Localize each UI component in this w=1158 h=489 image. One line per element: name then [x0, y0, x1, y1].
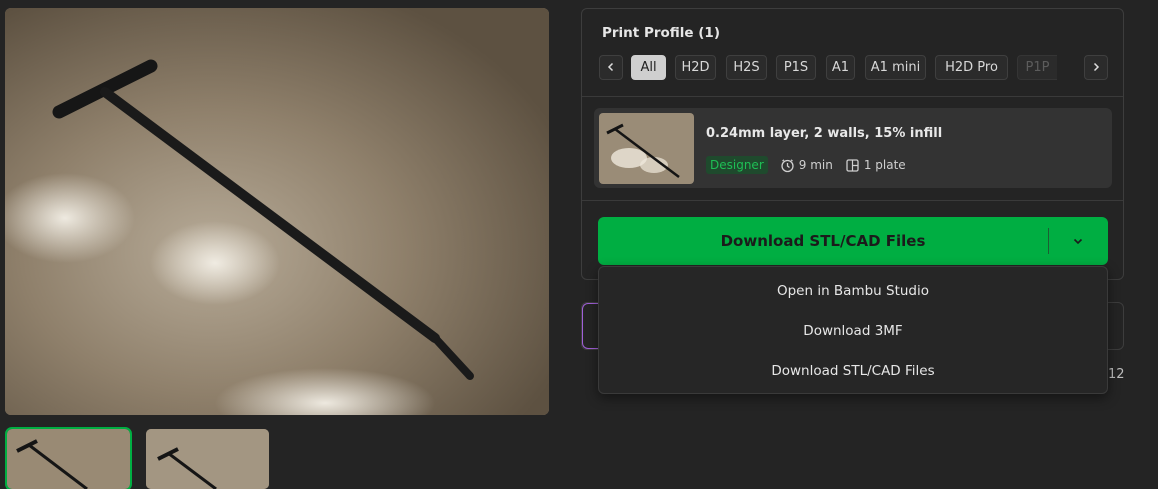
chevron-right-icon — [1091, 60, 1101, 76]
main-product-image-graphic — [5, 8, 549, 415]
download-dropdown-menu: Open in Bambu Studio Download 3MF Downlo… — [598, 266, 1108, 394]
download-separator — [1048, 228, 1049, 254]
plate-count: 1 plate — [845, 158, 906, 173]
clock-icon — [780, 158, 795, 173]
printer-tabs: All H2D H2S P1S A1 A1 mini H2D Pro P1P — [599, 55, 1109, 81]
gallery-thumbnail-2[interactable] — [146, 429, 269, 489]
tabs-next-button[interactable] — [1084, 55, 1108, 80]
thumbnail-image — [146, 429, 269, 489]
tab-h2d[interactable]: H2D — [675, 55, 716, 80]
partial-count: 12 — [1108, 367, 1125, 382]
gallery-thumbnail-1[interactable] — [5, 427, 132, 489]
tab-a1-mini[interactable]: A1 mini — [865, 55, 926, 80]
chevron-down-icon — [1072, 232, 1084, 251]
main-product-image — [5, 8, 549, 415]
print-time: 9 min — [780, 158, 833, 173]
panel-divider — [582, 200, 1123, 201]
designer-badge: Designer — [706, 156, 768, 174]
tab-a1[interactable]: A1 — [826, 55, 855, 80]
print-time-label: 9 min — [798, 158, 833, 172]
print-profile-title: Print Profile (1) — [602, 25, 720, 41]
profile-meta: Designer 9 min 1 plate — [706, 155, 918, 175]
tab-p1p[interactable]: P1P — [1017, 55, 1057, 80]
tabs-prev-button[interactable] — [599, 55, 623, 80]
download-button[interactable]: Download STL/CAD Files — [598, 232, 1048, 250]
thumbnail-image — [7, 429, 130, 489]
tab-h2s[interactable]: H2S — [726, 55, 767, 80]
plate-icon — [845, 158, 860, 173]
download-menu-toggle[interactable] — [1066, 229, 1090, 253]
plate-count-label: 1 plate — [863, 158, 906, 172]
chevron-left-icon — [606, 60, 616, 76]
menu-item-download-stl-cad[interactable]: Download STL/CAD Files — [599, 351, 1107, 391]
profile-name: 0.24mm layer, 2 walls, 15% infill — [706, 126, 943, 141]
tab-all[interactable]: All — [631, 55, 666, 80]
download-split-button: Download STL/CAD Files — [598, 217, 1108, 265]
tab-h2d-pro[interactable]: H2D Pro — [935, 55, 1008, 80]
profile-thumbnail — [599, 113, 694, 184]
tab-p1s[interactable]: P1S — [776, 55, 816, 80]
panel-divider — [582, 96, 1123, 97]
menu-item-download-3mf[interactable]: Download 3MF — [599, 311, 1107, 351]
print-profile-panel: Print Profile (1) All H2D H2S P1S A1 A1 … — [581, 8, 1124, 280]
menu-item-open-bambu-studio[interactable]: Open in Bambu Studio — [599, 271, 1107, 311]
print-profile-card[interactable]: 0.24mm layer, 2 walls, 15% infill Design… — [594, 108, 1112, 188]
